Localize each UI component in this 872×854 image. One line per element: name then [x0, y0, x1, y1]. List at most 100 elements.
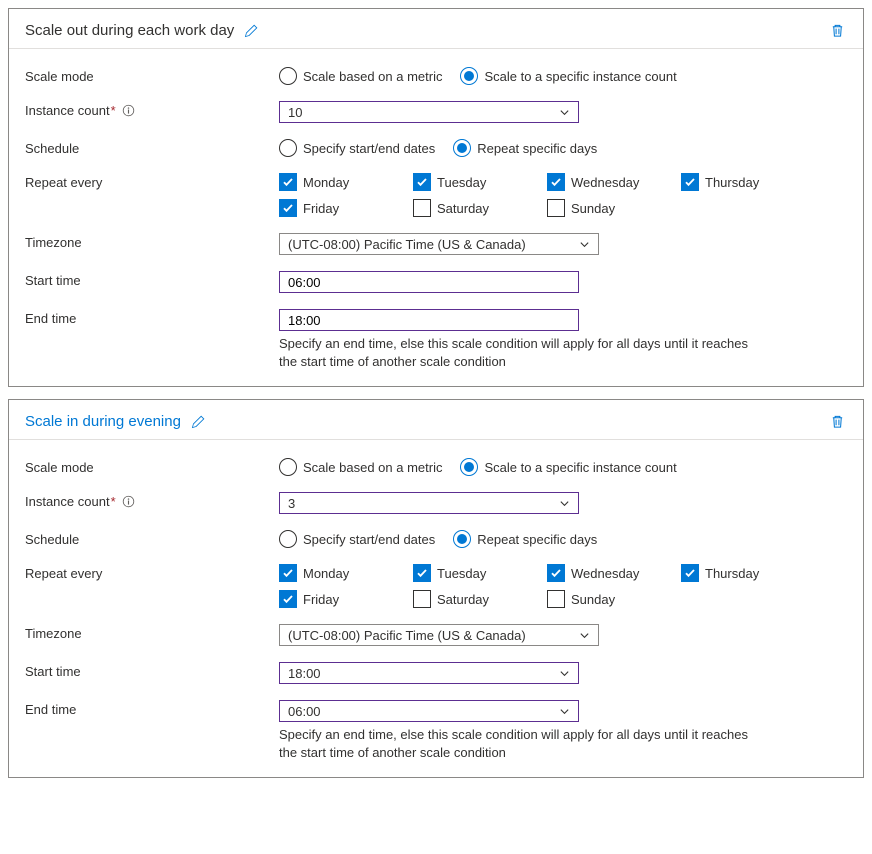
- day-checkbox[interactable]: Sunday: [547, 590, 677, 608]
- scale-mode-specific[interactable]: Scale to a specific instance count: [460, 458, 676, 476]
- schedule-label: Schedule: [25, 530, 279, 547]
- panel-header: Scale out during each work day: [9, 9, 863, 49]
- edit-title-button[interactable]: [242, 22, 260, 40]
- check-icon: [282, 593, 294, 605]
- start-time-input[interactable]: [279, 271, 579, 293]
- end-time-label: End time: [25, 309, 279, 326]
- scale-mode-metric[interactable]: Scale based on a metric: [279, 67, 442, 85]
- end-time-select[interactable]: 06:00: [279, 700, 579, 722]
- day-checkbox[interactable]: Tuesday: [413, 564, 543, 582]
- day-checkbox[interactable]: Monday: [279, 564, 409, 582]
- chevron-down-icon: [579, 630, 590, 641]
- day-checkbox[interactable]: Monday: [279, 173, 409, 191]
- day-label: Sunday: [571, 592, 615, 607]
- check-icon: [282, 176, 294, 188]
- scale-mode-label: Scale mode: [25, 67, 279, 84]
- start-time-select[interactable]: 18:00: [279, 662, 579, 684]
- day-label: Thursday: [705, 175, 759, 190]
- scale-mode-label: Scale mode: [25, 458, 279, 475]
- day-checkbox[interactable]: Wednesday: [547, 173, 677, 191]
- delete-panel-button[interactable]: [828, 21, 847, 40]
- delete-panel-button[interactable]: [828, 412, 847, 431]
- day-label: Saturday: [437, 201, 489, 216]
- day-label: Tuesday: [437, 566, 486, 581]
- panel-title: Scale in during evening: [25, 413, 181, 430]
- day-label: Wednesday: [571, 566, 639, 581]
- end-time-label: End time: [25, 700, 279, 717]
- day-label: Monday: [303, 566, 349, 581]
- schedule-dates[interactable]: Specify start/end dates: [279, 139, 435, 157]
- end-time-help-text: Specify an end time, else this scale con…: [279, 335, 759, 370]
- start-time-label: Start time: [25, 662, 279, 679]
- schedule-repeat[interactable]: Repeat specific days: [453, 530, 597, 548]
- day-checkbox[interactable]: Saturday: [413, 199, 543, 217]
- timezone-label: Timezone: [25, 624, 279, 641]
- scale-mode-specific[interactable]: Scale to a specific instance count: [460, 67, 676, 85]
- info-icon: [122, 104, 135, 117]
- day-label: Tuesday: [437, 175, 486, 190]
- edit-icon: [244, 24, 258, 38]
- days-checkbox-grid: Monday Tuesday Wednesday Thursday Friday…: [279, 564, 847, 608]
- day-checkbox[interactable]: Wednesday: [547, 564, 677, 582]
- chevron-down-icon: [579, 239, 590, 250]
- panel-title-wrap: Scale in during evening: [25, 413, 207, 431]
- scale-mode-metric[interactable]: Scale based on a metric: [279, 458, 442, 476]
- schedule-dates-label: Specify start/end dates: [303, 141, 435, 156]
- schedule-group: Specify start/end dates Repeat specific …: [279, 530, 847, 548]
- chevron-down-icon: [559, 706, 570, 717]
- timezone-select[interactable]: (UTC-08:00) Pacific Time (US & Canada): [279, 233, 599, 255]
- check-icon: [684, 567, 696, 579]
- day-checkbox[interactable]: Friday: [279, 590, 409, 608]
- info-icon: [122, 495, 135, 508]
- instance-count-select[interactable]: 10: [279, 101, 579, 123]
- timezone-select[interactable]: (UTC-08:00) Pacific Time (US & Canada): [279, 624, 599, 646]
- panel-body: Scale mode Scale based on a metric Scale…: [9, 49, 863, 386]
- day-label: Sunday: [571, 201, 615, 216]
- delete-icon: [830, 414, 845, 429]
- check-icon: [684, 176, 696, 188]
- schedule-repeat-label: Repeat specific days: [477, 532, 597, 547]
- day-checkbox[interactable]: Saturday: [413, 590, 543, 608]
- schedule-dates[interactable]: Specify start/end dates: [279, 530, 435, 548]
- repeat-every-label: Repeat every: [25, 173, 279, 190]
- scale-mode-specific-label: Scale to a specific instance count: [484, 460, 676, 475]
- schedule-group: Specify start/end dates Repeat specific …: [279, 139, 847, 157]
- instance-count-label: Instance count*: [25, 101, 279, 118]
- scale-mode-metric-label: Scale based on a metric: [303, 69, 442, 84]
- scale-mode-metric-label: Scale based on a metric: [303, 460, 442, 475]
- schedule-repeat[interactable]: Repeat specific days: [453, 139, 597, 157]
- end-time-input[interactable]: [279, 309, 579, 331]
- schedule-repeat-label: Repeat specific days: [477, 141, 597, 156]
- scale-mode-group: Scale based on a metric Scale to a speci…: [279, 458, 847, 476]
- check-icon: [416, 176, 428, 188]
- chevron-down-icon: [559, 107, 570, 118]
- day-label: Thursday: [705, 566, 759, 581]
- day-label: Monday: [303, 175, 349, 190]
- day-checkbox[interactable]: Thursday: [681, 173, 811, 191]
- day-label: Wednesday: [571, 175, 639, 190]
- check-icon: [282, 567, 294, 579]
- check-icon: [416, 567, 428, 579]
- day-checkbox[interactable]: Friday: [279, 199, 409, 217]
- scale-mode-specific-label: Scale to a specific instance count: [484, 69, 676, 84]
- scale-mode-group: Scale based on a metric Scale to a speci…: [279, 67, 847, 85]
- panel-title-wrap: Scale out during each work day: [25, 22, 260, 40]
- panel-body: Scale mode Scale based on a metric Scale…: [9, 440, 863, 777]
- instance-count-label: Instance count*: [25, 492, 279, 509]
- check-icon: [550, 567, 562, 579]
- instance-count-select[interactable]: 3: [279, 492, 579, 514]
- day-checkbox[interactable]: Thursday: [681, 564, 811, 582]
- scale-condition-panel: Scale out during each work day Scale mod…: [8, 8, 864, 387]
- day-checkbox[interactable]: Sunday: [547, 199, 677, 217]
- timezone-label: Timezone: [25, 233, 279, 250]
- check-icon: [282, 202, 294, 214]
- edit-title-button[interactable]: [189, 413, 207, 431]
- day-label: Friday: [303, 201, 339, 216]
- edit-icon: [191, 415, 205, 429]
- day-label: Saturday: [437, 592, 489, 607]
- day-checkbox[interactable]: Tuesday: [413, 173, 543, 191]
- repeat-every-label: Repeat every: [25, 564, 279, 581]
- schedule-dates-label: Specify start/end dates: [303, 532, 435, 547]
- schedule-label: Schedule: [25, 139, 279, 156]
- start-time-label: Start time: [25, 271, 279, 288]
